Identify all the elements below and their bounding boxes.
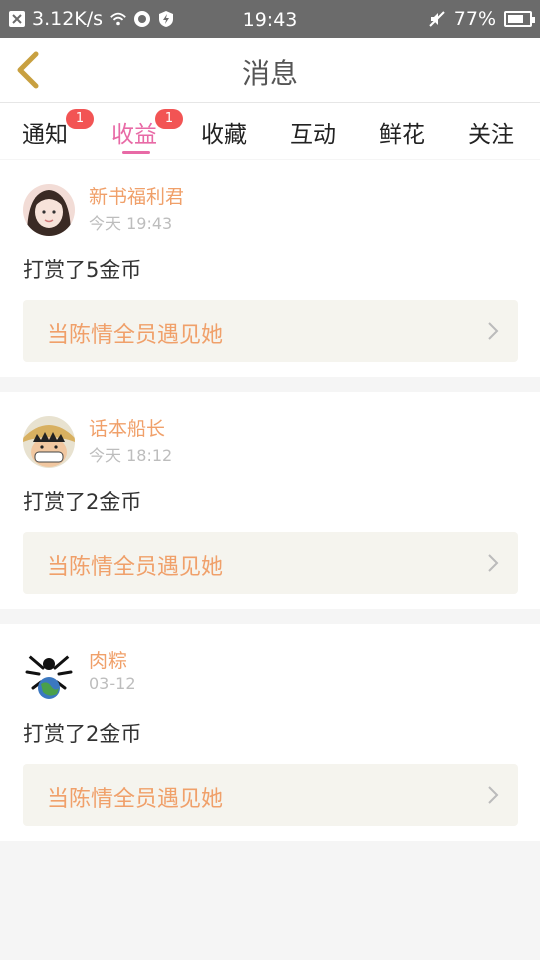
pirate-avatar-icon[interactable] xyxy=(23,416,75,468)
tab-label: 收益 xyxy=(111,122,157,148)
header: 消息 xyxy=(0,38,540,103)
tab-label: 收藏 xyxy=(201,122,247,148)
tab-label: 通知 xyxy=(22,122,68,148)
tab-follow[interactable]: 关注 xyxy=(468,115,514,149)
message-card: 新书福利君 今天 19:43 打赏了5金币 当陈情全员遇见她 xyxy=(0,160,540,377)
tab-interaction[interactable]: 互动 xyxy=(290,115,336,149)
active-tab-indicator xyxy=(122,151,150,154)
battery-icon xyxy=(504,11,535,27)
tab-label: 鲜花 xyxy=(379,122,425,148)
sender-name[interactable]: 肉粽 xyxy=(89,646,127,673)
sender-name[interactable]: 新书福利君 xyxy=(89,182,184,209)
chevron-right-icon xyxy=(488,554,499,572)
status-bar-right: 77% xyxy=(428,8,535,30)
tab-bar: 通知 1 收益 1 收藏 互动 鲜花 关注 xyxy=(0,103,540,159)
book-link[interactable]: 当陈情全员遇见她 xyxy=(23,764,518,826)
status-bar: 3.12K/s 19:43 77% xyxy=(0,0,540,38)
tab-label: 互动 xyxy=(290,122,336,148)
girl-avatar-icon[interactable] xyxy=(23,184,75,236)
reward-text: 打赏了2金币 xyxy=(23,490,142,514)
book-title: 当陈情全员遇见她 xyxy=(47,787,224,812)
message-time: 今天 18:12 xyxy=(89,446,173,465)
reward-text: 打赏了2金币 xyxy=(23,722,142,746)
battery-percent: 77% xyxy=(453,8,496,30)
chevron-right-icon xyxy=(488,322,499,340)
chevron-right-icon xyxy=(488,786,499,804)
page-title: 消息 xyxy=(241,57,298,90)
sender-name[interactable]: 话本船长 xyxy=(89,414,165,441)
book-link[interactable]: 当陈情全员遇见她 xyxy=(23,532,518,594)
message-time: 03-12 xyxy=(89,674,136,693)
globe-avatar-icon[interactable] xyxy=(23,648,75,700)
message-time: 今天 19:43 xyxy=(89,214,173,233)
tab-badge: 1 xyxy=(66,109,94,129)
tab-flowers[interactable]: 鲜花 xyxy=(379,115,425,149)
book-link[interactable]: 当陈情全员遇见她 xyxy=(23,300,518,362)
tab-notify[interactable]: 通知 1 xyxy=(22,109,94,149)
message-card: 话本船长 今天 18:12 打赏了2金币 当陈情全员遇见她 xyxy=(0,392,540,609)
tab-badge: 1 xyxy=(155,109,183,129)
book-title: 当陈情全员遇见她 xyxy=(47,323,224,348)
tab-favorites[interactable]: 收藏 xyxy=(201,115,247,149)
battery-fill xyxy=(508,15,524,23)
message-card: 肉粽 03-12 打赏了2金币 当陈情全员遇见她 xyxy=(0,624,540,841)
book-title: 当陈情全员遇见她 xyxy=(47,555,224,580)
tab-earnings[interactable]: 收益 1 xyxy=(111,109,183,149)
tab-label: 关注 xyxy=(468,122,514,148)
mute-icon xyxy=(429,11,445,27)
reward-text: 打赏了5金币 xyxy=(23,258,142,282)
